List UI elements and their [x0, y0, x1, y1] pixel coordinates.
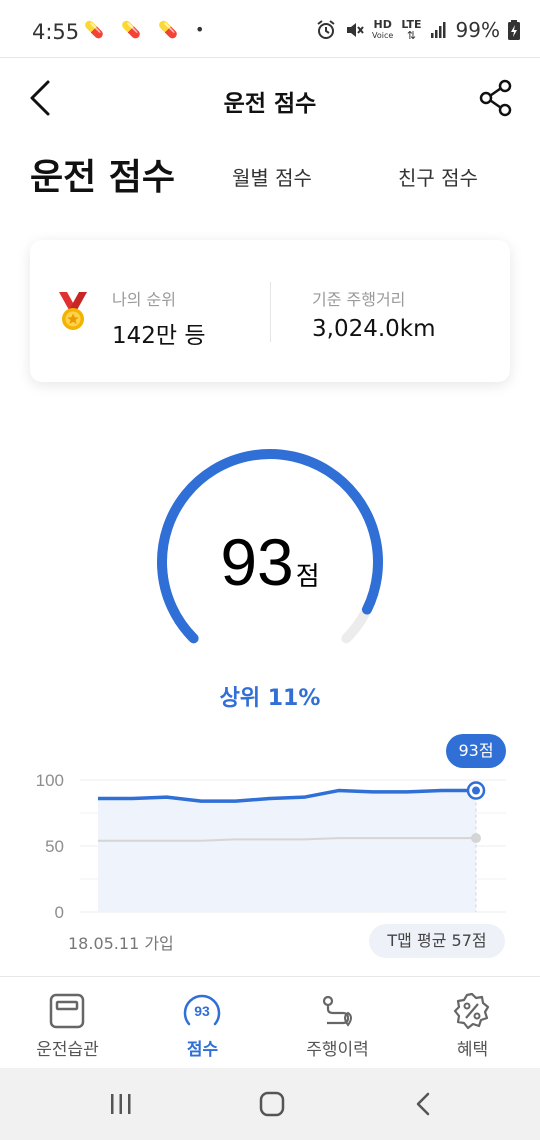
alarm-icon: [317, 20, 335, 39]
notification-icons: 💊 💊 💊 •: [84, 20, 211, 39]
nav-route-history[interactable]: 주행이력: [270, 977, 405, 1069]
score-display: 93점: [0, 524, 540, 600]
nav-driving-habit-label: 운전습관: [36, 1040, 99, 1060]
score-tabs: 운전 점수 월별 점수 친구 점수: [0, 148, 540, 208]
nav-score[interactable]: 93 점수: [135, 977, 270, 1069]
home-icon[interactable]: [258, 1090, 286, 1118]
nav-score-label: 점수: [186, 1040, 219, 1060]
average-latest-point: [471, 833, 481, 844]
system-navigation-bar: [0, 1068, 540, 1140]
recent-apps-icon[interactable]: [108, 1092, 134, 1116]
battery-percent: 99%: [455, 18, 500, 42]
nav-route-history-label: 주행이력: [306, 1040, 369, 1060]
bottom-navigation: 운전습관 93 점수 주행이력 혜택: [0, 976, 540, 1069]
nav-benefits-label: 혜택: [456, 1040, 489, 1060]
share-icon[interactable]: [476, 76, 516, 120]
summary-card: 나의 순위 142만 등 기준 주행거리 3,024.0km: [30, 240, 510, 382]
hd-label: HD: [373, 18, 392, 31]
y-tick-label: 50: [45, 837, 64, 856]
app-header: 운전 점수: [0, 58, 540, 138]
score-area-fill: [98, 790, 476, 912]
score-icon: 93: [183, 994, 221, 1026]
joined-date-label: 18.05.11 가입: [68, 934, 174, 953]
rank-value: 142만 등: [112, 323, 206, 349]
rank-label: 나의 순위: [112, 290, 176, 309]
card-divider: [270, 282, 271, 342]
score-value: 93: [220, 525, 294, 599]
rank-percentile: 상위 11%: [219, 686, 321, 711]
distance-value: 3,024.0km: [312, 316, 436, 342]
average-score-pill: T맵 평균 57점: [369, 924, 505, 958]
route-history-icon: [322, 995, 352, 1027]
score-unit: 점: [295, 562, 320, 592]
status-bar: 4:55 💊 💊 💊 • HD Voice LTE ⇅ 99%: [0, 0, 540, 58]
tab-driving-score[interactable]: 운전 점수: [30, 148, 175, 200]
tab-friend-score[interactable]: 친구 점수: [398, 162, 478, 191]
status-time: 4:55: [32, 20, 80, 44]
discount-icon: [453, 992, 490, 1030]
system-back-icon[interactable]: [412, 1090, 436, 1118]
y-tick-label: 100: [36, 771, 64, 790]
page-title: 운전 점수: [223, 91, 317, 117]
y-tick-label: 0: [55, 903, 64, 922]
status-right: HD Voice LTE ⇅ 99%: [316, 18, 520, 42]
mute-icon: [347, 23, 364, 37]
driving-habit-icon: [49, 993, 85, 1029]
voice-label: Voice: [372, 31, 394, 40]
medal-icon: [59, 292, 87, 330]
latest-score-badge: 93점: [446, 734, 506, 768]
nav-driving-habit[interactable]: 운전습관: [0, 977, 135, 1069]
nav-score-badge: 93: [194, 1003, 210, 1019]
latest-score-point-core: [472, 786, 480, 795]
distance-label: 기준 주행거리: [312, 290, 406, 309]
signal-icon: [430, 22, 446, 38]
nav-benefits[interactable]: 혜택: [405, 977, 540, 1069]
data-arrows-icon: ⇅: [406, 29, 417, 42]
battery-icon: [508, 20, 520, 40]
tab-monthly-score[interactable]: 월별 점수: [232, 162, 312, 191]
